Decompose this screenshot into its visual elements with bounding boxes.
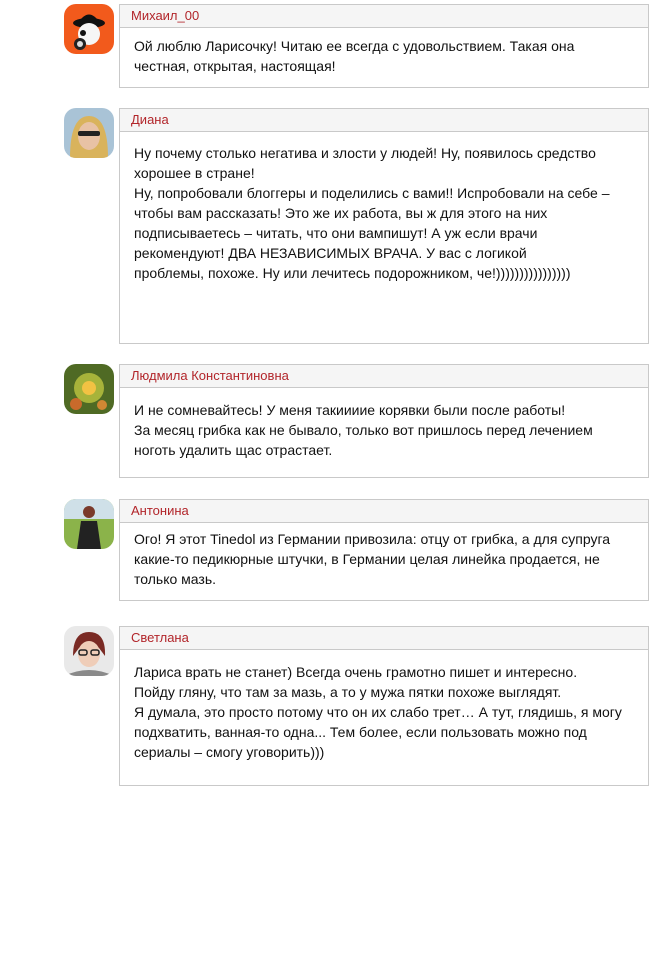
comment-author[interactable]: Людмила Константиновна: [120, 365, 648, 388]
comment-box: Михаил_00 Ой люблю Ларисочку! Читаю ее в…: [119, 4, 649, 88]
woman-glasses-avatar-icon[interactable]: [64, 626, 114, 676]
comment-author[interactable]: Антонина: [120, 500, 648, 523]
comment-text: Ну почему столько негатива и злости у лю…: [134, 145, 610, 281]
comment-author[interactable]: Михаил_00: [120, 5, 648, 28]
woman-outdoor-avatar-icon[interactable]: [64, 499, 114, 549]
comment-text: Лариса врать не станет) Всегда очень гра…: [134, 664, 622, 760]
comment-box: Людмила Константиновна И не сомневайтесь…: [119, 364, 649, 478]
woman-sunglasses-avatar-icon[interactable]: [64, 108, 114, 158]
comment-text: Ой люблю Ларисочку! Читаю ее всегда с уд…: [134, 38, 575, 74]
comment-text: И не сомневайтесь! У меня такиииие коряв…: [134, 402, 593, 458]
comment-author[interactable]: Светлана: [120, 627, 648, 650]
comment-box: Диана Ну почему столько негатива и злост…: [119, 108, 649, 344]
clockwork-orange-avatar-icon[interactable]: [64, 4, 114, 54]
comment-box: Антонина Ого! Я этот Tinedol из Германии…: [119, 499, 649, 601]
comment-author[interactable]: Диана: [120, 109, 648, 132]
comment-box: Светлана Лариса врать не станет) Всегда …: [119, 626, 649, 786]
comment-text: Ого! Я этот Tinedol из Германии привозил…: [134, 531, 611, 587]
flower-avatar-icon[interactable]: [64, 364, 114, 414]
